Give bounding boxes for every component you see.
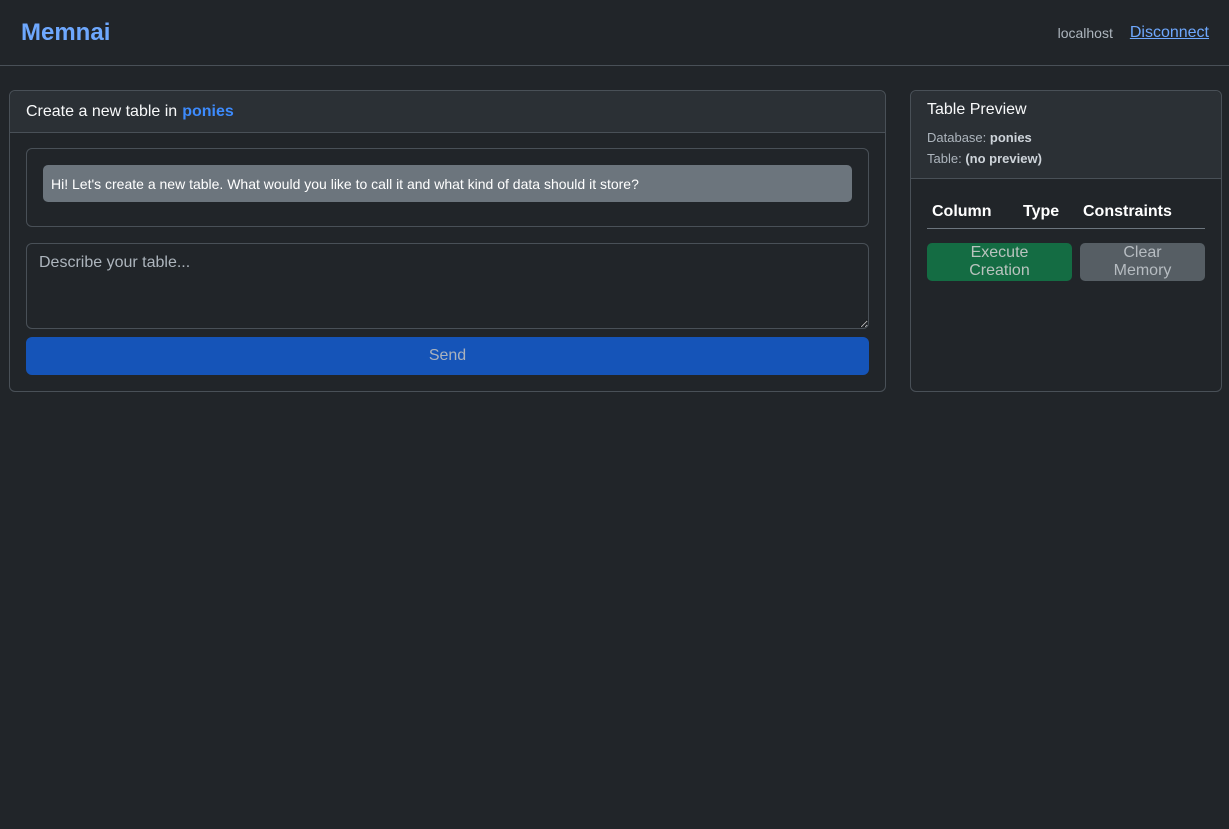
- schema-header-row: Column Type Constraints: [927, 197, 1205, 229]
- database-value: ponies: [989, 130, 1032, 145]
- chat-card-header: Create a new table in ponies: [10, 91, 885, 133]
- execute-creation-button[interactable]: Execute Creation: [927, 243, 1072, 281]
- preview-actions: Execute Creation Clear Memory: [927, 243, 1205, 281]
- disconnect-link[interactable]: Disconnect: [1130, 24, 1209, 42]
- table-value: (no preview): [965, 151, 1042, 166]
- preview-database-line: Database: ponies: [927, 127, 1205, 148]
- type-header: Type: [1018, 197, 1078, 229]
- table-preview-card: Table Preview Database: ponies Table: (n…: [910, 90, 1222, 392]
- clear-memory-button[interactable]: Clear Memory: [1080, 243, 1205, 281]
- preview-table-line: Table: (no preview): [927, 148, 1205, 169]
- schema-table: Column Type Constraints: [927, 197, 1205, 229]
- message-list[interactable]: Hi! Let's create a new table. What would…: [26, 148, 869, 227]
- constraints-header: Constraints: [1078, 197, 1205, 229]
- chat-card: Create a new table in ponies Hi! Let's c…: [9, 90, 886, 392]
- brand-logo[interactable]: Memnai: [21, 19, 110, 47]
- table-description-input[interactable]: [26, 243, 869, 329]
- assistant-message: Hi! Let's create a new table. What would…: [43, 165, 852, 202]
- preview-card-header: Table Preview Database: ponies Table: (n…: [911, 91, 1221, 179]
- navbar: Memnai localhost Disconnect: [0, 0, 1229, 66]
- send-button[interactable]: Send: [26, 337, 869, 375]
- database-name: ponies: [182, 102, 234, 120]
- chat-header-text: Create a new table in: [26, 102, 178, 120]
- preview-title: Table Preview: [927, 101, 1027, 118]
- navbar-right: localhost Disconnect: [1058, 24, 1209, 42]
- connection-host: localhost: [1057, 24, 1113, 41]
- database-label: Database:: [927, 130, 987, 145]
- table-label: Table:: [927, 151, 962, 166]
- column-header: Column: [927, 197, 1018, 229]
